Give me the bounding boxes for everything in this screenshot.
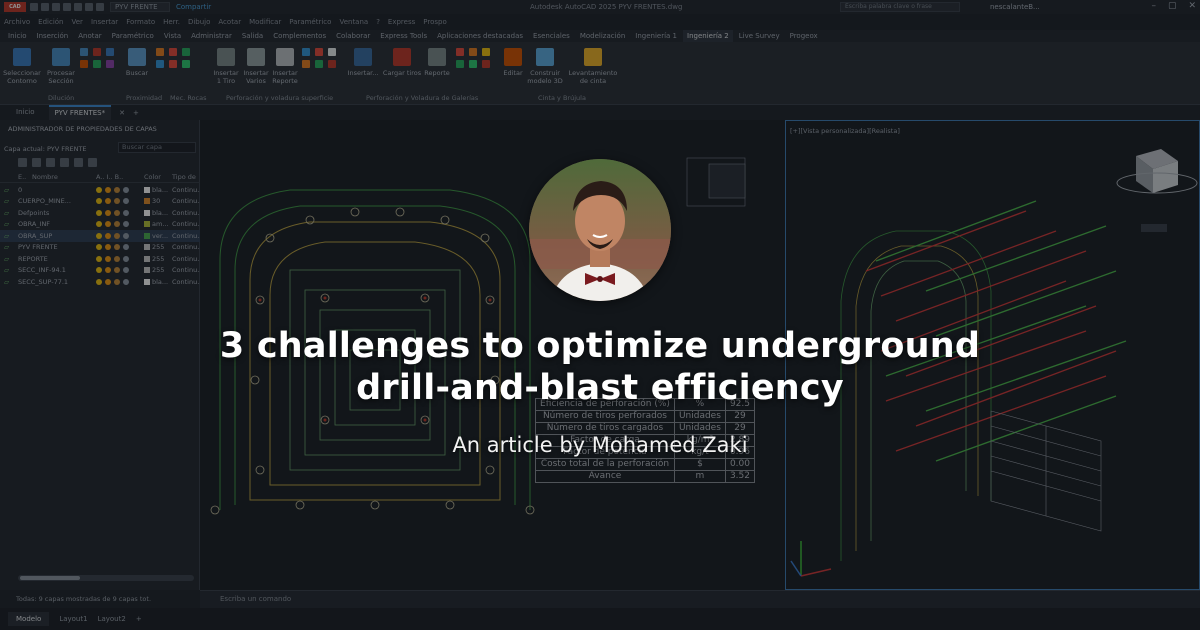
article-byline: An article by Mohamed Zaki — [452, 433, 748, 457]
author-avatar — [529, 159, 671, 301]
author-portrait-image — [529, 159, 671, 301]
article-title-line-2: drill-and-blast efficiency — [356, 368, 844, 408]
article-title-line-1: 3 challenges to optimize underground — [219, 326, 981, 366]
article-title: 3 challenges to optimize underground dri… — [100, 325, 1100, 409]
dim-overlay — [0, 0, 1200, 630]
